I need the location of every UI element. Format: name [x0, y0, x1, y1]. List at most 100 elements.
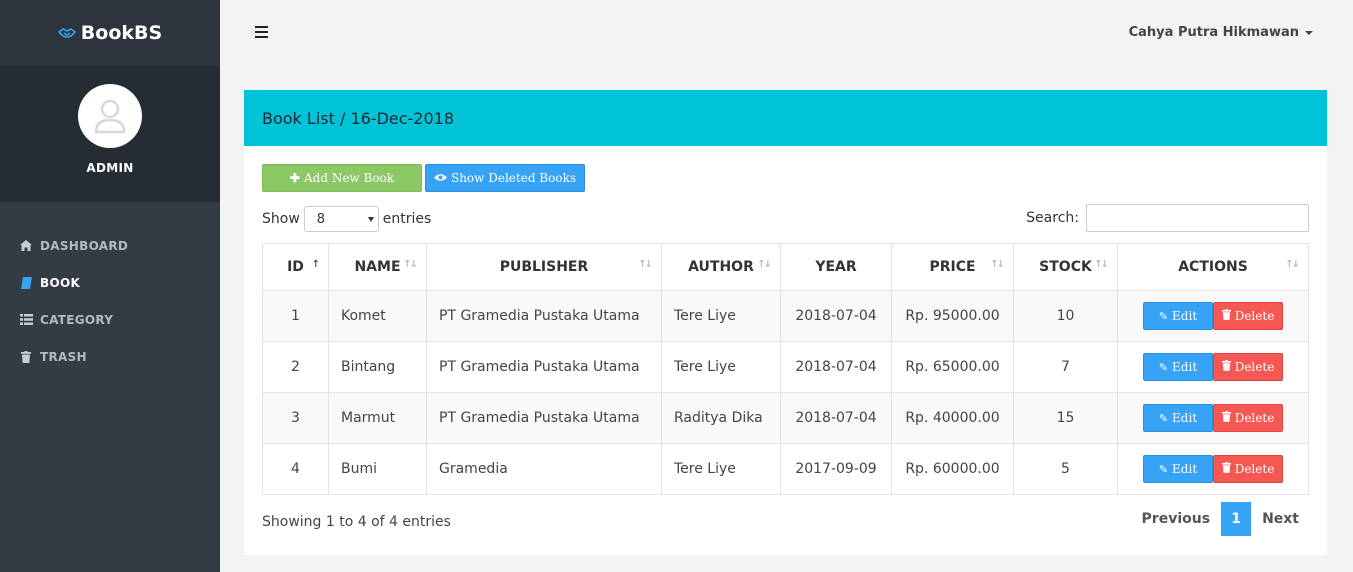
edit-button[interactable]: ✎ Edit [1143, 404, 1213, 432]
delete-button[interactable]: Delete [1213, 302, 1283, 330]
user-menu[interactable]: Cahya Putra Hikmawan [1129, 25, 1313, 40]
cell-price: Rp. 40000.00 [891, 392, 1014, 444]
sort-icon: ↑↓ [757, 259, 772, 270]
header-publisher[interactable]: PUBLISHER ↑↓ [426, 243, 662, 291]
cell-actions: ✎ Edit Delete [1117, 392, 1309, 444]
sidebar-item-label: DASHBOARD [40, 238, 129, 253]
panel-body: ✚ Add New Book Show Deleted Books Show 8… [244, 146, 1327, 555]
cell-publisher: Gramedia [426, 443, 662, 495]
cell-price: Rp. 60000.00 [891, 443, 1014, 495]
avatar[interactable] [78, 84, 142, 148]
previous-button[interactable]: Previous [1132, 511, 1221, 527]
add-new-book-label: Add New Book [303, 171, 395, 185]
delete-button[interactable]: Delete [1213, 455, 1283, 483]
entries-select[interactable]: 8 [303, 206, 379, 232]
hamburger-icon[interactable] [255, 26, 268, 38]
header-label: YEAR [815, 259, 857, 275]
show-deleted-books-button[interactable]: Show Deleted Books [425, 164, 585, 192]
table-row: 1 Komet PT Gramedia Pustaka Utama Tere Liye… [262, 290, 1309, 342]
cell-year: 2018-07-04 [780, 392, 892, 444]
header-stock[interactable]: STOCK ↑↓ [1013, 243, 1118, 291]
header-label: NAME [354, 259, 401, 275]
delete-button[interactable]: Delete [1213, 353, 1283, 381]
select-arrow-icon [367, 217, 374, 222]
edit-label: Edit [1172, 360, 1198, 374]
header-label: ACTIONS [1178, 259, 1248, 275]
cell-author: Tere Liye [661, 290, 781, 342]
cell-author: Raditya Dika [661, 392, 781, 444]
edit-label: Edit [1172, 462, 1198, 476]
home-icon [19, 240, 33, 251]
topbar: Cahya Putra Hikmawan [220, 0, 1353, 66]
cell-publisher: PT Gramedia Pustaka Utama [426, 290, 662, 342]
edit-button[interactable]: ✎ Edit [1143, 302, 1213, 330]
table-header-row: ID ↑ NAME ↑↓ PUBLISHER ↑↓ AUTHOR ↑↓ YEAR PRI… [262, 243, 1309, 291]
header-actions[interactable]: ACTIONS ↑↓ [1117, 243, 1309, 291]
cell-id: 4 [262, 443, 329, 495]
cell-stock: 7 [1013, 341, 1118, 393]
delete-label: Delete [1234, 360, 1275, 374]
cell-stock: 15 [1013, 392, 1118, 444]
table-info: Showing 1 to 4 of 4 entries [262, 514, 451, 530]
sort-icon: ↑↓ [990, 259, 1005, 270]
brand-name: BookBS [80, 22, 163, 44]
cell-price: Rp. 95000.00 [891, 290, 1014, 342]
pencil-icon: ✎ [1158, 360, 1169, 374]
action-group: ✎ Edit Delete [1143, 353, 1283, 381]
delete-label: Delete [1234, 411, 1275, 425]
edit-label: Edit [1172, 309, 1198, 323]
trash-icon [1221, 411, 1231, 425]
edit-button[interactable]: ✎ Edit [1143, 353, 1213, 381]
user-name: Cahya Putra Hikmawan [1128, 25, 1299, 40]
show-deleted-books-label: Show Deleted Books [450, 171, 577, 185]
sort-icon: ↑↓ [638, 259, 653, 270]
header-year[interactable]: YEAR [780, 243, 892, 291]
header-id[interactable]: ID ↑ [262, 243, 329, 291]
edit-button[interactable]: ✎ Edit [1143, 455, 1213, 483]
trash-icon [1221, 360, 1231, 374]
sidebar-item-category[interactable]: CATEGORY [0, 301, 220, 338]
sidebar-item-book[interactable]: BOOK [0, 264, 220, 301]
header-name[interactable]: NAME ↑↓ [328, 243, 427, 291]
cell-year: 2018-07-04 [780, 341, 892, 393]
page-1-button[interactable]: 1 [1221, 502, 1252, 536]
eye-icon [433, 171, 447, 185]
sort-icon: ↑↓ [1285, 259, 1300, 270]
header-price[interactable]: PRICE ↑↓ [891, 243, 1014, 291]
sidebar-menu: DASHBOARD BOOK CATEGORY TRASH [0, 227, 220, 375]
sidebar-item-dashboard[interactable]: DASHBOARD [0, 227, 220, 264]
sort-icon: ↑↓ [1094, 259, 1109, 270]
delete-button[interactable]: Delete [1213, 404, 1283, 432]
next-button[interactable]: Next [1252, 511, 1309, 527]
length-control: Show 8 entries [262, 206, 431, 232]
header-author[interactable]: AUTHOR ↑↓ [661, 243, 781, 291]
caret-down-icon [1305, 30, 1313, 35]
entries-value: 8 [316, 211, 326, 227]
sort-asc-icon: ↑ [311, 259, 321, 270]
cell-year: 2017-09-09 [780, 443, 892, 495]
header-label: ID [287, 259, 304, 275]
cell-actions: ✎ Edit Delete [1117, 443, 1309, 495]
cell-id: 3 [262, 392, 329, 444]
search-control: Search: [1026, 204, 1309, 232]
panel-header: Book List / 16-Dec-2018 [244, 90, 1327, 146]
brand[interactable]: BookBS [0, 0, 220, 66]
sidebar: BookBS ADMIN DASHBOARD BOOK CATEGORY TRA… [0, 0, 220, 572]
pencil-icon: ✎ [1158, 309, 1169, 323]
list-icon [19, 314, 33, 325]
search-input[interactable] [1086, 204, 1309, 232]
pencil-icon: ✎ [1158, 411, 1169, 425]
pencil-icon: ✎ [1158, 462, 1169, 476]
add-new-book-button[interactable]: ✚ Add New Book [262, 164, 422, 192]
header-label: AUTHOR [688, 259, 754, 275]
cell-name: Bumi [328, 443, 427, 495]
header-label: STOCK [1039, 259, 1092, 275]
cell-actions: ✎ Edit Delete [1117, 290, 1309, 342]
cell-author: Tere Liye [661, 341, 781, 393]
sidebar-item-trash[interactable]: TRASH [0, 338, 220, 375]
show-label: Show [262, 211, 300, 227]
table-row: 2 Bintang PT Gramedia Pustaka Utama Tere Li… [262, 341, 1309, 393]
cell-id: 1 [262, 290, 329, 342]
plus-icon: ✚ [289, 171, 300, 185]
cell-name: Bintang [328, 341, 427, 393]
